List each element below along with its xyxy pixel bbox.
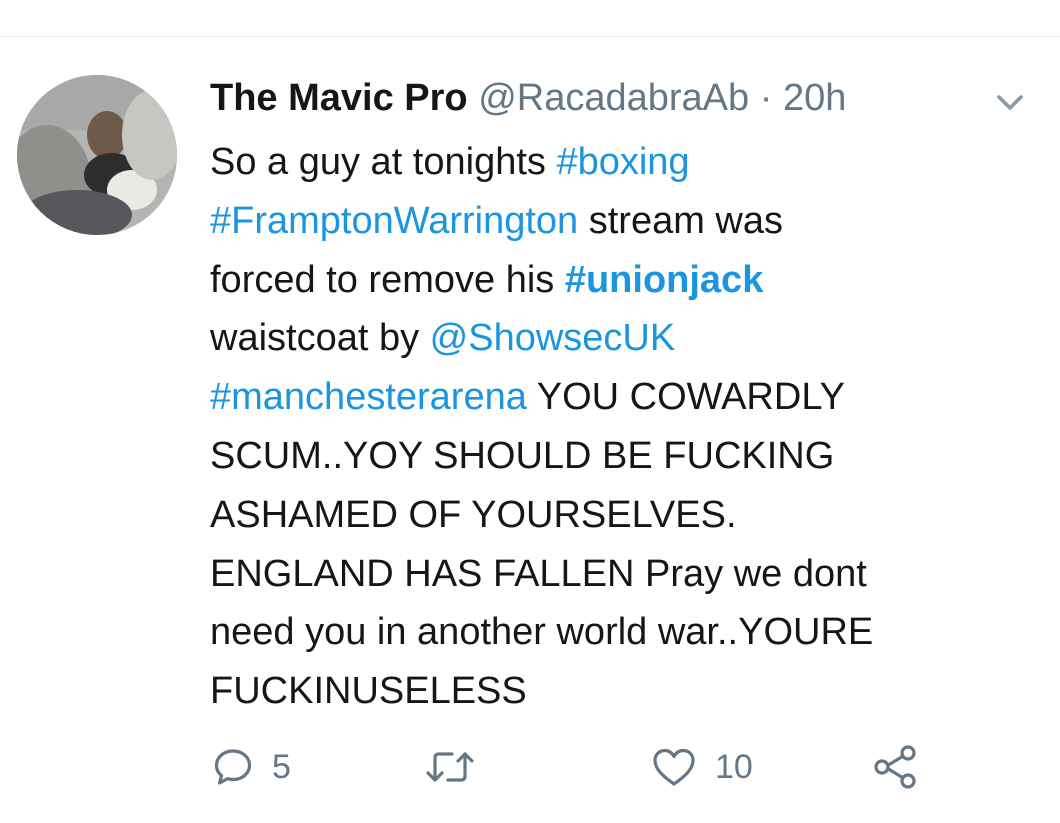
share-icon bbox=[872, 744, 918, 790]
hashtag-link[interactable]: #unionjack bbox=[565, 259, 764, 301]
tweet-text-segment: SCUM..YOY SHOULD BE FUCKING bbox=[210, 434, 835, 477]
tweet-text-segment: waistcoat by bbox=[210, 317, 430, 360]
tweet-text-line: #manchesterarena YOU COWARDLY bbox=[210, 368, 1010, 427]
timestamp[interactable]: 20h bbox=[783, 77, 846, 119]
separator-dot: · bbox=[759, 77, 773, 119]
tweet-text-line: FUCKINUSELESS bbox=[210, 662, 1010, 721]
hashtag-link[interactable]: #manchesterarena bbox=[210, 376, 527, 418]
tweet-text-segment: stream was bbox=[578, 199, 784, 242]
display-name[interactable]: The Mavic Pro bbox=[210, 77, 468, 119]
tweet-text-segment: YOU COWARDLY bbox=[526, 376, 845, 419]
hashtag-link[interactable]: #boxing bbox=[556, 141, 689, 183]
heart-icon bbox=[651, 746, 697, 788]
tweet-text-line: need you in another world war..YOURE bbox=[210, 603, 1010, 662]
reply-count: 5 bbox=[272, 747, 291, 786]
mention-link[interactable]: @ShowsecUK bbox=[430, 317, 676, 359]
retweet-icon bbox=[425, 746, 475, 788]
hashtag-link[interactable]: #FramptonWarrington bbox=[210, 200, 578, 242]
share-button[interactable] bbox=[872, 737, 918, 797]
reply-button[interactable]: 5 bbox=[212, 737, 291, 797]
tweet-text-line: So a guy at tonights #boxing bbox=[210, 133, 1010, 192]
tweet-text-segment: So a guy at tonights bbox=[210, 141, 557, 183]
tweet-text-segment: forced to remove his bbox=[210, 258, 565, 301]
tweet[interactable]: The Mavic Pro @RacadabraAb · 20h So a gu… bbox=[0, 37, 1060, 823]
tweet-text-line: #FramptonWarrington stream was bbox=[210, 192, 1010, 251]
tweet-text-line: forced to remove his #unionjack bbox=[210, 251, 1010, 310]
tweet-text-line: SCUM..YOY SHOULD BE FUCKING bbox=[210, 427, 1010, 486]
tweet-text: So a guy at tonights #boxing #FramptonWar… bbox=[210, 133, 1010, 721]
tweet-text-segment: ENGLAND HAS FALLEN Pray we dont bbox=[210, 552, 867, 595]
user-handle[interactable]: @RacadabraAb bbox=[478, 77, 749, 119]
retweet-button[interactable] bbox=[425, 737, 475, 797]
like-button[interactable]: 10 bbox=[651, 737, 753, 797]
like-count: 10 bbox=[715, 747, 753, 786]
reply-icon bbox=[212, 746, 254, 788]
tweet-text-line: ENGLAND HAS FALLEN Pray we dont bbox=[210, 545, 1010, 604]
tweet-text-segment: ASHAMED OF YOURSELVES. bbox=[210, 493, 737, 536]
chevron-down-icon[interactable] bbox=[990, 87, 1030, 117]
tweet-text-segment: FUCKINUSELESS bbox=[210, 670, 527, 713]
tweet-text-line: ASHAMED OF YOURSELVES. bbox=[210, 486, 1010, 545]
action-bar: 5 10 bbox=[0, 737, 1060, 797]
tweet-header: The Mavic Pro @RacadabraAb · 20h bbox=[210, 73, 846, 123]
tweet-text-line: waistcoat by @ShowsecUK bbox=[210, 309, 1010, 368]
tweet-text-segment: need you in another world war..YOURE bbox=[210, 611, 874, 654]
avatar[interactable] bbox=[17, 75, 177, 235]
